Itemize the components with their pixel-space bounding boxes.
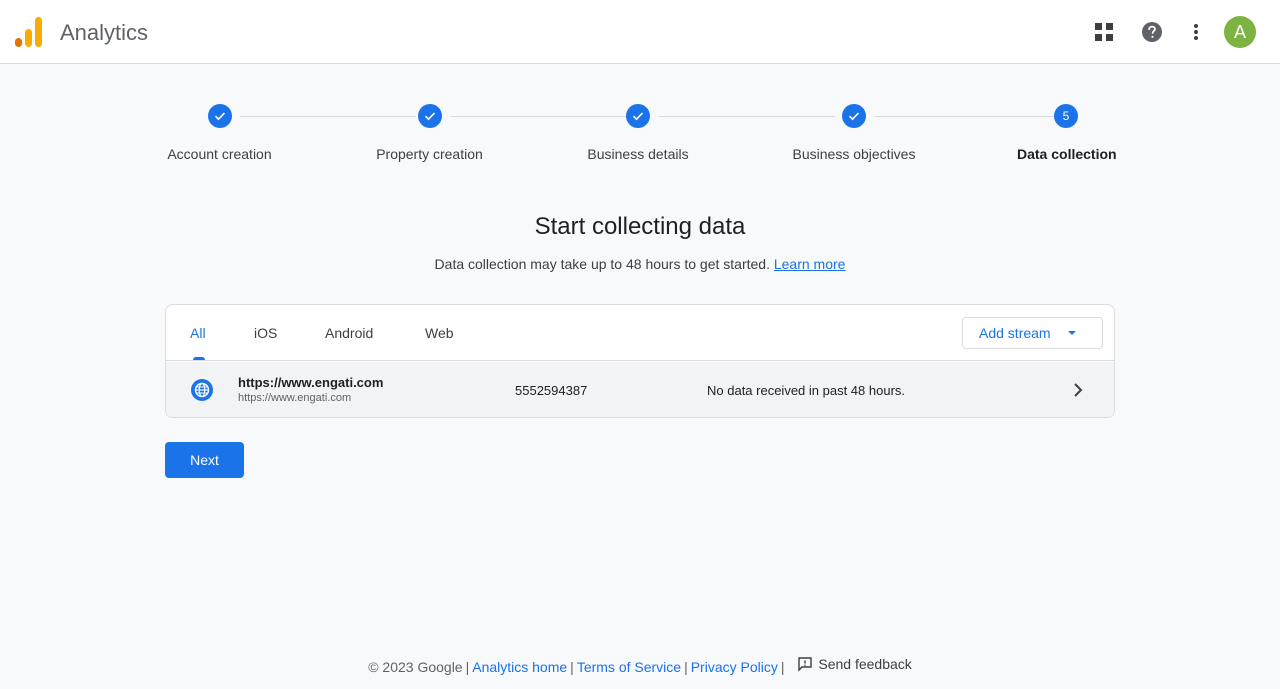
tab-all[interactable]: All <box>190 325 206 341</box>
stream-name: https://www.engati.com <box>238 375 384 390</box>
dropdown-caret-icon <box>1068 331 1076 335</box>
step-label: Account creation <box>167 146 272 162</box>
check-icon <box>842 104 866 128</box>
step-label: Property creation <box>376 146 483 162</box>
globe-icon <box>190 378 214 402</box>
subtitle-text: Data collection may take up to 48 hours … <box>434 256 770 272</box>
step-label: Business objectives <box>792 146 916 162</box>
analytics-logo[interactable] <box>15 17 43 47</box>
step-account-creation: Account creation <box>165 104 274 162</box>
apps-grid-icon[interactable] <box>1092 20 1116 44</box>
send-feedback-button[interactable]: Send feedback <box>797 656 912 672</box>
data-streams-card: All iOS Android Web Add stream https://w… <box>165 304 1115 418</box>
page-title: Start collecting data <box>534 213 746 240</box>
footer: © 2023 Google | Analytics home | Terms of Se… <box>368 656 912 675</box>
step-business-details: Business details <box>585 104 691 162</box>
stream-url: https://www.engati.com <box>238 392 352 404</box>
copyright: © 2023 Google <box>368 659 463 675</box>
help-icon[interactable] <box>1140 20 1164 44</box>
step-label: Business details <box>587 146 689 162</box>
page-subtitle: Data collection may take up to 48 hours … <box>0 256 1280 272</box>
tab-android[interactable]: Android <box>325 325 373 341</box>
privacy-policy-link[interactable]: Privacy Policy <box>691 659 778 675</box>
stream-status: No data received in past 48 hours. <box>707 383 906 398</box>
more-vert-icon[interactable] <box>1184 20 1208 44</box>
stream-row[interactable]: https://www.engati.com https://www.engat… <box>166 362 1114 417</box>
send-feedback-label: Send feedback <box>818 656 912 672</box>
tab-web[interactable]: Web <box>425 325 454 341</box>
add-stream-label: Add stream <box>979 325 1051 341</box>
add-stream-button[interactable]: Add stream <box>962 317 1103 349</box>
tab-ios[interactable]: iOS <box>254 325 277 341</box>
stream-tabs: All iOS Android Web Add stream <box>166 305 1114 361</box>
step-property-creation: Property creation <box>374 104 485 162</box>
feedback-icon <box>798 657 813 672</box>
check-icon <box>417 104 442 128</box>
stream-id: 5552594387 <box>515 383 588 398</box>
next-button[interactable]: Next <box>165 442 244 478</box>
check-icon <box>207 104 232 128</box>
step-number: 5 <box>1054 104 1078 128</box>
chevron-right-icon[interactable] <box>1066 378 1090 402</box>
analytics-home-link[interactable]: Analytics home <box>472 659 567 675</box>
active-tab-indicator <box>193 357 205 360</box>
top-app-bar: Analytics A <box>0 0 1280 64</box>
setup-stepper: Account creation Property creation Busin… <box>165 104 1117 174</box>
learn-more-link[interactable]: Learn more <box>774 256 846 272</box>
terms-of-service-link[interactable]: Terms of Service <box>577 659 681 675</box>
step-label: Data collection <box>1017 146 1117 162</box>
step-business-objectives: Business objectives <box>790 104 918 162</box>
step-data-collection: 5 Data collection <box>1017 104 1117 162</box>
app-title: Analytics <box>60 20 149 45</box>
account-avatar[interactable]: A <box>1224 16 1256 48</box>
check-icon <box>626 104 650 128</box>
